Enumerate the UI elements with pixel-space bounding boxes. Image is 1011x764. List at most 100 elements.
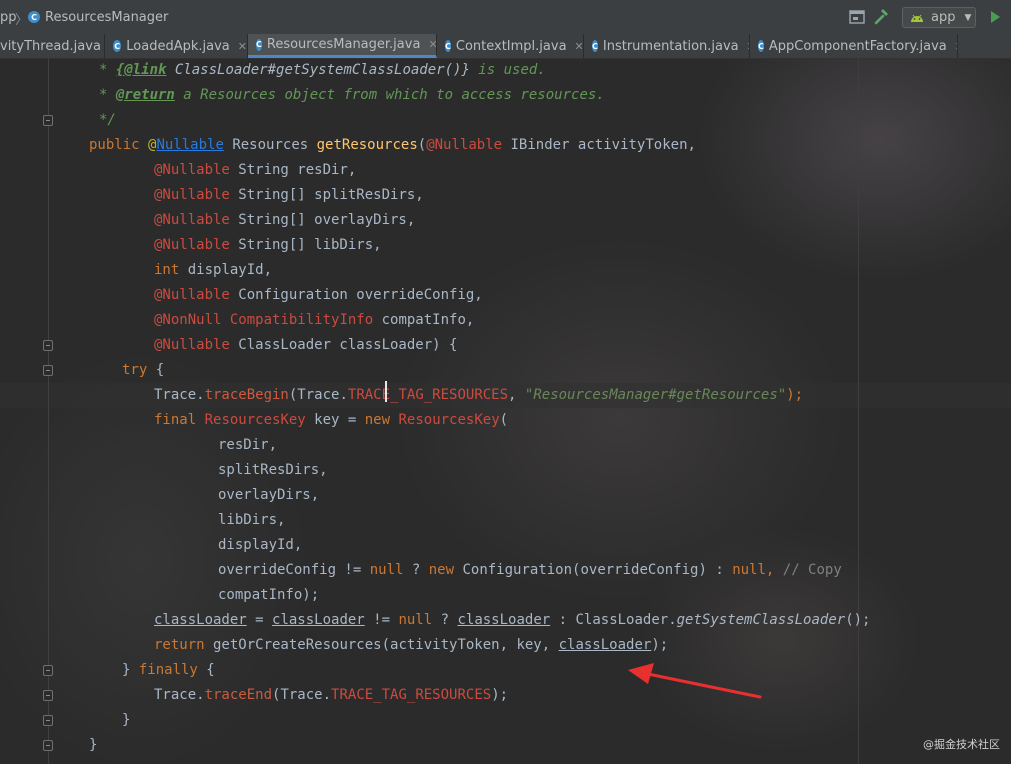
code-token: null (732, 562, 766, 578)
code-token: ? (403, 562, 429, 578)
code-token: @NonNull (154, 312, 222, 328)
code-token: traceEnd (204, 687, 273, 703)
code-token: @Nullable (426, 137, 503, 153)
code-token: ResourcesKey (196, 412, 306, 428)
close-icon[interactable]: ✕ (575, 40, 583, 53)
code-token: public (89, 137, 149, 153)
java-class-icon: C (28, 11, 40, 23)
code-token: @Nullable (154, 287, 230, 303)
code-token: ( (417, 137, 427, 153)
code-editor[interactable]: * {@link ClassLoader#getSystemClassLoade… (0, 58, 1011, 764)
code-line: overlayDirs, (218, 483, 319, 508)
code-token: getSystemClassLoader (676, 612, 846, 628)
build-button[interactable] (871, 6, 893, 28)
tab-activitythread[interactable]: vityThread.java ✕ (0, 34, 105, 58)
fold-toggle-icon[interactable] (43, 115, 53, 126)
code-token: @Nullable (154, 237, 230, 253)
code-token: int (154, 262, 180, 278)
code-token: } (89, 737, 98, 753)
code-token: ); (491, 687, 509, 703)
tab-label: ContextImpl.java (455, 38, 567, 54)
close-icon[interactable]: ✕ (428, 38, 436, 51)
code-token: ClassLoader classLoader) { (229, 337, 458, 353)
breadcrumb-file[interactable]: C ResourcesManager (28, 0, 168, 34)
code-token: is used. (469, 62, 546, 78)
code-token: != (364, 612, 399, 628)
code-line: libDirs, (218, 508, 285, 533)
close-icon[interactable]: ✕ (238, 40, 247, 53)
code-line: @Nullable String resDir, (154, 158, 356, 183)
code-line: Trace.traceBegin(Trace.TRACE_TAG_RESOURC… (154, 383, 803, 408)
code-line: @Nullable String[] splitResDirs, (154, 183, 424, 208)
code-token: libDirs, (218, 512, 286, 528)
window-icon (849, 10, 865, 24)
java-class-icon: C (592, 40, 598, 52)
hammer-icon (874, 9, 888, 25)
code-token: { (197, 662, 215, 678)
code-token: (Trace. (272, 687, 332, 703)
editor-tab-bar: vityThread.java ✕ C LoadedApk.java ✕ C R… (0, 34, 1011, 59)
tab-instrumentation[interactable]: C Instrumentation.java ✕ (584, 34, 750, 58)
fold-toggle-icon[interactable] (43, 365, 53, 376)
structure-button[interactable] (846, 6, 868, 28)
code-line: try { (122, 358, 164, 383)
code-token: String[] splitResDirs, (229, 187, 424, 203)
text-caret (385, 381, 387, 402)
tab-contextimpl[interactable]: C ContextImpl.java ✕ (437, 34, 584, 58)
code-line: public @Nullable Resources getResources(… (89, 133, 696, 158)
code-token: String resDir, (229, 162, 357, 178)
run-button[interactable] (984, 6, 1006, 28)
code-token: String[] libDirs, (229, 237, 382, 253)
code-token: @Nullable (154, 162, 230, 178)
tab-label: vityThread.java (0, 38, 101, 54)
code-token: TRACE_TAG_RESOURCES (347, 387, 509, 403)
code-token: String[] overlayDirs, (229, 212, 416, 228)
tab-loadedapk[interactable]: C LoadedApk.java ✕ (105, 34, 248, 58)
chevron-down-icon: ▼ (964, 12, 972, 23)
code-token: @Nullable (154, 212, 230, 228)
code-token: // Copy (782, 562, 842, 578)
gutter-divider (48, 58, 49, 764)
code-token: (); (845, 612, 871, 628)
code-token: try (122, 362, 148, 378)
play-icon (991, 11, 1000, 23)
tab-label: ResourcesManager.java (266, 37, 421, 52)
navigation-bar: pp 〉 C ResourcesManager app ▼ (0, 0, 1011, 35)
code-token: overlayDirs, (218, 487, 320, 503)
fold-toggle-icon[interactable] (43, 340, 53, 351)
fold-toggle-icon[interactable] (43, 665, 53, 676)
fold-toggle-icon[interactable] (43, 715, 53, 726)
fold-toggle-icon[interactable] (43, 690, 53, 701)
code-token: key = (305, 412, 365, 428)
code-token: displayId, (218, 537, 303, 553)
tab-resourcesmanager[interactable]: C ResourcesManager.java ✕ (248, 34, 437, 58)
code-token: classLoader (457, 612, 551, 628)
tab-appcomponentfactory[interactable]: C AppComponentFactory.java ✕ (750, 34, 958, 58)
close-icon[interactable]: ✕ (955, 40, 957, 53)
code-token: ); (786, 387, 804, 403)
java-class-icon: C (445, 40, 451, 52)
android-icon (911, 14, 923, 22)
code-token: classLoader (154, 612, 247, 628)
code-token: getResources (316, 137, 418, 153)
code-token: overrideConfig != (218, 562, 370, 578)
code-line: Trace.traceEnd(Trace.TRACE_TAG_RESOURCES… (154, 683, 508, 708)
code-line: } (122, 708, 130, 733)
code-line: @Nullable String[] libDirs, (154, 233, 382, 258)
code-token: */ (99, 112, 116, 128)
code-token: } (122, 662, 139, 678)
code-line: final ResourcesKey key = new ResourcesKe… (154, 408, 508, 433)
code-token[interactable]: Nullable (156, 137, 223, 153)
code-token: * (99, 87, 116, 103)
code-token: finally (138, 662, 198, 678)
code-line: * {@link ClassLoader#getSystemClassLoade… (99, 58, 546, 83)
code-token: "ResourcesManager#getResources" (524, 387, 787, 403)
fold-toggle-icon[interactable] (43, 740, 53, 751)
run-configuration-dropdown[interactable]: app ▼ (902, 7, 976, 28)
code-line: @Nullable ClassLoader classLoader) { (154, 333, 457, 358)
code-token: @Nullable (154, 337, 230, 353)
code-token: classLoader (558, 637, 652, 653)
code-token: * (99, 62, 116, 78)
code-token: IBinder activityToken, (502, 137, 696, 153)
code-token: new (364, 412, 391, 428)
